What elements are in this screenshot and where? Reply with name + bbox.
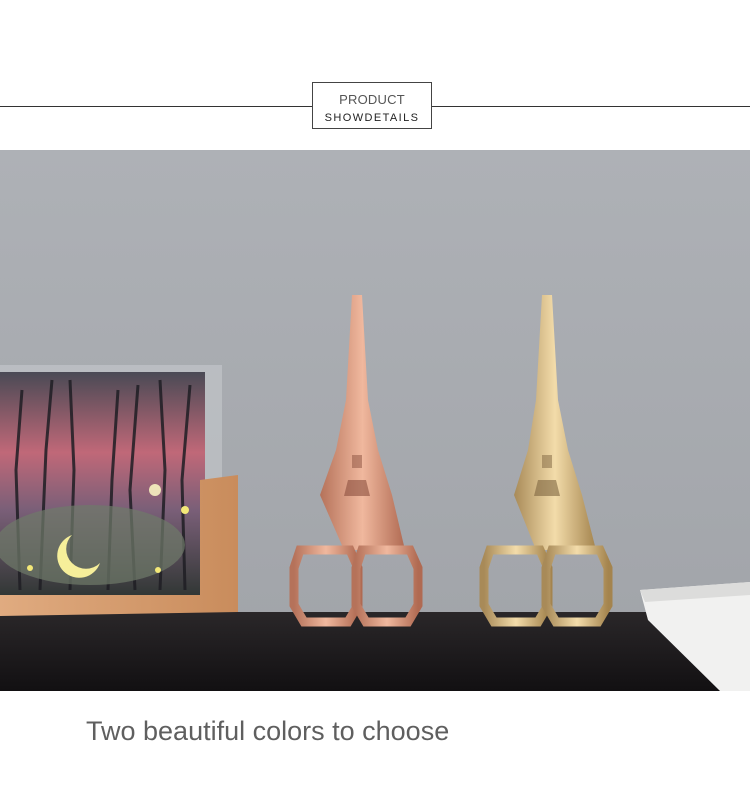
header-title: PRODUCT [339,92,405,107]
header-divider-left [0,106,312,107]
product-photo [0,150,750,691]
header-divider-right [432,106,750,107]
photo-frame [0,365,238,616]
header-title-box: PRODUCT SHOWDETAILS [312,82,432,129]
header-subtitle: SHOWDETAILS [324,112,420,124]
section-header: PRODUCT SHOWDETAILS [0,0,750,150]
caption-text: Two beautiful colors to choose [86,716,450,746]
